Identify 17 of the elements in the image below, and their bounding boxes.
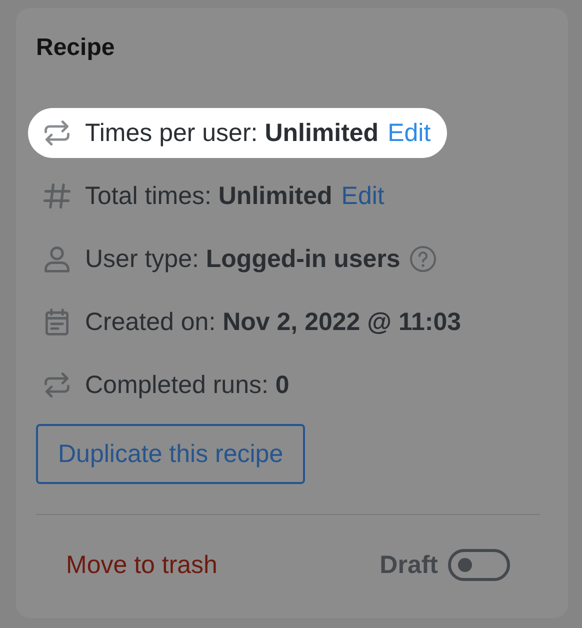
help-icon[interactable] bbox=[409, 245, 438, 273]
repeat-icon bbox=[42, 370, 72, 400]
repeat-icon bbox=[42, 118, 72, 148]
detail-text: Total times: Unlimited bbox=[85, 182, 332, 210]
edit-link[interactable]: Edit bbox=[341, 182, 384, 210]
edit-link[interactable]: Edit bbox=[388, 118, 431, 148]
trash-link[interactable]: Move to trash bbox=[66, 550, 218, 580]
hash-icon bbox=[42, 181, 72, 211]
detail-text: User type: Logged-in users bbox=[85, 244, 400, 274]
detail-text: Times per user: Unlimited bbox=[85, 118, 379, 148]
duplicate-button[interactable]: Duplicate this recipe bbox=[36, 424, 306, 484]
detail-text: Completed runs: 0 bbox=[85, 370, 290, 400]
status-label: Draft bbox=[380, 550, 438, 580]
card-title: Recipe bbox=[36, 34, 116, 62]
toggle-switch[interactable] bbox=[448, 549, 510, 581]
user-icon bbox=[42, 244, 72, 274]
detail-text: Created on: Nov 2, 2022 @ 11:03 bbox=[85, 308, 462, 336]
